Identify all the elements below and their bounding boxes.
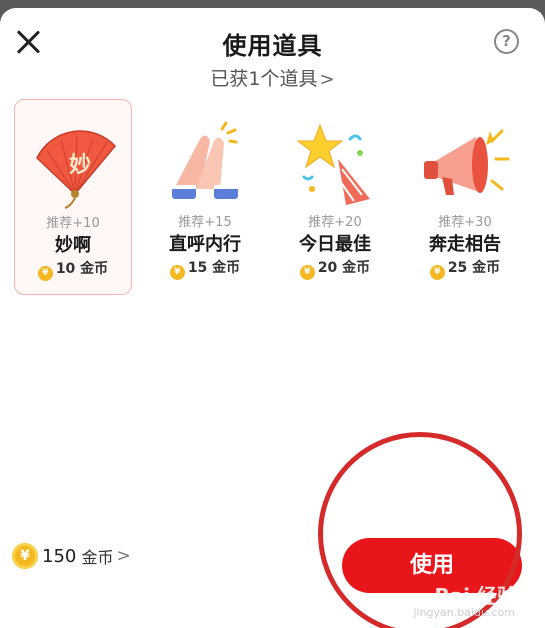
- balance-unit: 金币: [81, 548, 114, 567]
- clapping-hands-icon: [172, 121, 238, 199]
- prop-card-jinri-zuijia[interactable]: 推荐+20 今日最佳 ¥20 金币: [276, 99, 394, 295]
- prop-name: 奔走相告: [429, 234, 501, 255]
- star-party-popper-icon: [296, 123, 370, 205]
- prop-sheet: 使用道具 已获1个道具 > ? 妙 推荐+10 妙啊 ¥10 金币 推荐+15 …: [0, 8, 545, 628]
- owned-props-label: 已获1个道具: [210, 68, 318, 90]
- coin-icon: ¥: [12, 543, 38, 569]
- prop-name: 今日最佳: [299, 234, 371, 255]
- price-value: 15 金币: [187, 260, 241, 276]
- coin-icon: ¥: [299, 265, 315, 280]
- balance-value: 150: [42, 545, 77, 567]
- prop-list: 妙 推荐+10 妙啊 ¥10 金币 推荐+15 直呼内行 ¥15 金币 推荐+2…: [14, 99, 534, 299]
- price-value: 20 金币: [317, 260, 371, 276]
- prop-card-benzou-xianggao[interactable]: 推荐+30 奔走相告 ¥25 金币: [406, 99, 524, 295]
- recommend-label: 推荐+20: [308, 215, 362, 230]
- price-value: 10 金币: [55, 261, 109, 277]
- page-title: 使用道具: [222, 32, 323, 60]
- megaphone-icon: [424, 129, 510, 195]
- prop-price: ¥25 金币: [406, 257, 524, 280]
- watermark-url: jingyan.baidu.com: [413, 606, 515, 619]
- prop-card-miao[interactable]: 妙 推荐+10 妙啊 ¥10 金币: [14, 99, 132, 295]
- fan-icon: 妙: [36, 130, 117, 209]
- prop-price: ¥10 金币: [15, 258, 131, 281]
- prop-name: 直呼内行: [169, 234, 241, 255]
- price-value: 25 金币: [447, 260, 501, 276]
- recommend-label: 推荐+15: [178, 215, 232, 230]
- coin-balance[interactable]: ¥150 金币 >: [12, 543, 131, 573]
- coin-icon: ¥: [37, 266, 53, 281]
- svg-text:妙: 妙: [69, 152, 91, 178]
- prop-price: ¥20 金币: [276, 257, 394, 280]
- watermark-logo: Bai 经验: [434, 584, 517, 608]
- owned-props-link[interactable]: 已获1个道具 >: [0, 64, 545, 91]
- prop-price: ¥15 金币: [146, 257, 264, 280]
- recommend-label: 推荐+30: [438, 215, 492, 230]
- prop-card-zhihu-neihang[interactable]: 推荐+15 直呼内行 ¥15 金币: [146, 99, 264, 295]
- coin-icon: ¥: [429, 265, 445, 280]
- recommend-label: 推荐+10: [46, 216, 100, 231]
- help-icon[interactable]: ?: [494, 29, 519, 54]
- chevron-right-icon: >: [319, 69, 335, 90]
- prop-name: 妙啊: [55, 235, 91, 256]
- coin-icon: ¥: [169, 265, 185, 280]
- chevron-right-icon: >: [116, 546, 131, 566]
